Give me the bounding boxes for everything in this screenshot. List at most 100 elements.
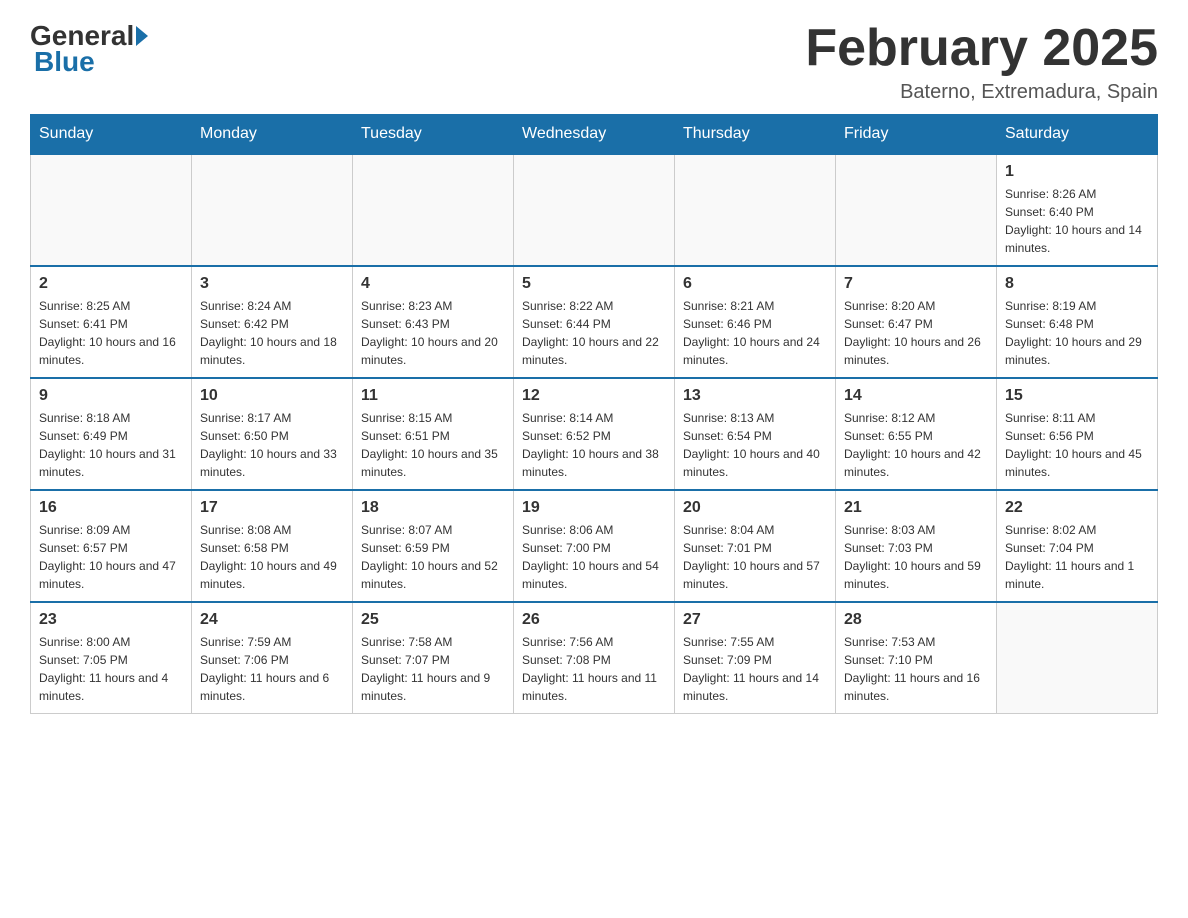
calendar-cell bbox=[514, 154, 675, 266]
day-number: 23 bbox=[39, 611, 183, 629]
day-info: Sunrise: 7:55 AM Sunset: 7:09 PM Dayligh… bbox=[683, 633, 827, 705]
day-info: Sunrise: 8:08 AM Sunset: 6:58 PM Dayligh… bbox=[200, 521, 344, 593]
calendar-cell: 28 Sunrise: 7:53 AM Sunset: 7:10 PM Dayli… bbox=[836, 602, 997, 714]
day-info: Sunrise: 8:18 AM Sunset: 6:49 PM Dayligh… bbox=[39, 409, 183, 481]
day-number: 19 bbox=[522, 499, 666, 517]
day-number: 7 bbox=[844, 275, 988, 293]
day-number: 24 bbox=[200, 611, 344, 629]
day-info: Sunrise: 8:20 AM Sunset: 6:47 PM Dayligh… bbox=[844, 297, 988, 369]
calendar-cell: 16 Sunrise: 8:09 AM Sunset: 6:57 PM Dayli… bbox=[31, 490, 192, 602]
calendar-cell: 4 Sunrise: 8:23 AM Sunset: 6:43 PM Daylig… bbox=[353, 266, 514, 378]
day-info: Sunrise: 8:21 AM Sunset: 6:46 PM Dayligh… bbox=[683, 297, 827, 369]
day-info: Sunrise: 8:00 AM Sunset: 7:05 PM Dayligh… bbox=[39, 633, 183, 705]
calendar-header-row: SundayMondayTuesdayWednesdayThursdayFrid… bbox=[31, 115, 1158, 155]
calendar-cell: 10 Sunrise: 8:17 AM Sunset: 6:50 PM Dayli… bbox=[192, 378, 353, 490]
calendar-cell: 24 Sunrise: 7:59 AM Sunset: 7:06 PM Dayli… bbox=[192, 602, 353, 714]
day-info: Sunrise: 8:02 AM Sunset: 7:04 PM Dayligh… bbox=[1005, 521, 1149, 593]
week-row-4: 16 Sunrise: 8:09 AM Sunset: 6:57 PM Dayli… bbox=[31, 490, 1158, 602]
day-number: 9 bbox=[39, 387, 183, 405]
calendar-cell: 3Sunrise: 8:24 AM Sunset: 6:42 PM Daylig… bbox=[192, 266, 353, 378]
calendar-cell: 20 Sunrise: 8:04 AM Sunset: 7:01 PM Dayli… bbox=[675, 490, 836, 602]
day-info: Sunrise: 8:17 AM Sunset: 6:50 PM Dayligh… bbox=[200, 409, 344, 481]
calendar-header-wednesday: Wednesday bbox=[514, 115, 675, 155]
day-info: Sunrise: 8:24 AM Sunset: 6:42 PM Dayligh… bbox=[200, 297, 344, 369]
day-number: 6 bbox=[683, 275, 827, 293]
day-number: 25 bbox=[361, 611, 505, 629]
calendar-cell: 13Sunrise: 8:13 AM Sunset: 6:54 PM Dayli… bbox=[675, 378, 836, 490]
day-info: Sunrise: 8:06 AM Sunset: 7:00 PM Dayligh… bbox=[522, 521, 666, 593]
day-number: 13 bbox=[683, 387, 827, 405]
month-title: February 2025 bbox=[805, 20, 1158, 77]
day-number: 14 bbox=[844, 387, 988, 405]
calendar-cell bbox=[675, 154, 836, 266]
day-number: 17 bbox=[200, 499, 344, 517]
calendar-cell bbox=[353, 154, 514, 266]
calendar-cell: 21 Sunrise: 8:03 AM Sunset: 7:03 PM Dayli… bbox=[836, 490, 997, 602]
day-number: 28 bbox=[844, 611, 988, 629]
day-number: 20 bbox=[683, 499, 827, 517]
day-number: 18 bbox=[361, 499, 505, 517]
day-number: 12 bbox=[522, 387, 666, 405]
logo: General Blue bbox=[30, 20, 150, 78]
week-row-1: 1 Sunrise: 8:26 AM Sunset: 6:40 PM Daylig… bbox=[31, 154, 1158, 266]
calendar-cell bbox=[836, 154, 997, 266]
calendar-cell bbox=[31, 154, 192, 266]
calendar-cell: 9 Sunrise: 8:18 AM Sunset: 6:49 PM Daylig… bbox=[31, 378, 192, 490]
day-number: 21 bbox=[844, 499, 988, 517]
calendar-cell: 19 Sunrise: 8:06 AM Sunset: 7:00 PM Dayli… bbox=[514, 490, 675, 602]
calendar-header-thursday: Thursday bbox=[675, 115, 836, 155]
day-info: Sunrise: 8:03 AM Sunset: 7:03 PM Dayligh… bbox=[844, 521, 988, 593]
day-number: 10 bbox=[200, 387, 344, 405]
calendar-cell: 27Sunrise: 7:55 AM Sunset: 7:09 PM Dayli… bbox=[675, 602, 836, 714]
day-number: 22 bbox=[1005, 499, 1149, 517]
calendar-cell: 14 Sunrise: 8:12 AM Sunset: 6:55 PM Dayli… bbox=[836, 378, 997, 490]
day-number: 15 bbox=[1005, 387, 1149, 405]
day-number: 2 bbox=[39, 275, 183, 293]
week-row-2: 2 Sunrise: 8:25 AM Sunset: 6:41 PM Daylig… bbox=[31, 266, 1158, 378]
calendar-cell: 8 Sunrise: 8:19 AM Sunset: 6:48 PM Daylig… bbox=[997, 266, 1158, 378]
calendar-header-sunday: Sunday bbox=[31, 115, 192, 155]
logo-blue-text: Blue bbox=[34, 46, 95, 77]
day-info: Sunrise: 8:12 AM Sunset: 6:55 PM Dayligh… bbox=[844, 409, 988, 481]
day-info: Sunrise: 8:26 AM Sunset: 6:40 PM Dayligh… bbox=[1005, 185, 1149, 257]
calendar-cell: 6 Sunrise: 8:21 AM Sunset: 6:46 PM Daylig… bbox=[675, 266, 836, 378]
calendar-cell: 15Sunrise: 8:11 AM Sunset: 6:56 PM Dayli… bbox=[997, 378, 1158, 490]
calendar-cell: 5 Sunrise: 8:22 AM Sunset: 6:44 PM Daylig… bbox=[514, 266, 675, 378]
day-info: Sunrise: 7:53 AM Sunset: 7:10 PM Dayligh… bbox=[844, 633, 988, 705]
title-section: February 2025 Baterno, Extremadura, Spai… bbox=[805, 20, 1158, 104]
calendar-cell bbox=[192, 154, 353, 266]
day-info: Sunrise: 8:15 AM Sunset: 6:51 PM Dayligh… bbox=[361, 409, 505, 481]
calendar-cell: 18Sunrise: 8:07 AM Sunset: 6:59 PM Dayli… bbox=[353, 490, 514, 602]
logo-arrow-icon bbox=[136, 26, 148, 46]
day-number: 1 bbox=[1005, 163, 1149, 181]
calendar-header-tuesday: Tuesday bbox=[353, 115, 514, 155]
day-info: Sunrise: 7:59 AM Sunset: 7:06 PM Dayligh… bbox=[200, 633, 344, 705]
calendar-cell: 2 Sunrise: 8:25 AM Sunset: 6:41 PM Daylig… bbox=[31, 266, 192, 378]
calendar-cell: 12 Sunrise: 8:14 AM Sunset: 6:52 PM Dayli… bbox=[514, 378, 675, 490]
calendar-cell: 1 Sunrise: 8:26 AM Sunset: 6:40 PM Daylig… bbox=[997, 154, 1158, 266]
calendar-cell: 22 Sunrise: 8:02 AM Sunset: 7:04 PM Dayli… bbox=[997, 490, 1158, 602]
day-info: Sunrise: 8:25 AM Sunset: 6:41 PM Dayligh… bbox=[39, 297, 183, 369]
day-number: 5 bbox=[522, 275, 666, 293]
calendar-cell: 7 Sunrise: 8:20 AM Sunset: 6:47 PM Daylig… bbox=[836, 266, 997, 378]
location-text: Baterno, Extremadura, Spain bbox=[805, 81, 1158, 104]
day-number: 8 bbox=[1005, 275, 1149, 293]
calendar-cell: 25Sunrise: 7:58 AM Sunset: 7:07 PM Dayli… bbox=[353, 602, 514, 714]
week-row-5: 23 Sunrise: 8:00 AM Sunset: 7:05 PM Dayli… bbox=[31, 602, 1158, 714]
calendar-cell: 11 Sunrise: 8:15 AM Sunset: 6:51 PM Dayli… bbox=[353, 378, 514, 490]
calendar-header-saturday: Saturday bbox=[997, 115, 1158, 155]
day-info: Sunrise: 8:14 AM Sunset: 6:52 PM Dayligh… bbox=[522, 409, 666, 481]
day-info: Sunrise: 8:23 AM Sunset: 6:43 PM Dayligh… bbox=[361, 297, 505, 369]
day-number: 4 bbox=[361, 275, 505, 293]
day-info: Sunrise: 8:22 AM Sunset: 6:44 PM Dayligh… bbox=[522, 297, 666, 369]
calendar-header-monday: Monday bbox=[192, 115, 353, 155]
day-info: Sunrise: 8:04 AM Sunset: 7:01 PM Dayligh… bbox=[683, 521, 827, 593]
day-number: 16 bbox=[39, 499, 183, 517]
day-info: Sunrise: 8:09 AM Sunset: 6:57 PM Dayligh… bbox=[39, 521, 183, 593]
week-row-3: 9 Sunrise: 8:18 AM Sunset: 6:49 PM Daylig… bbox=[31, 378, 1158, 490]
day-number: 26 bbox=[522, 611, 666, 629]
day-number: 11 bbox=[361, 387, 505, 405]
day-info: Sunrise: 7:56 AM Sunset: 7:08 PM Dayligh… bbox=[522, 633, 666, 705]
calendar-cell bbox=[997, 602, 1158, 714]
day-info: Sunrise: 8:19 AM Sunset: 6:48 PM Dayligh… bbox=[1005, 297, 1149, 369]
